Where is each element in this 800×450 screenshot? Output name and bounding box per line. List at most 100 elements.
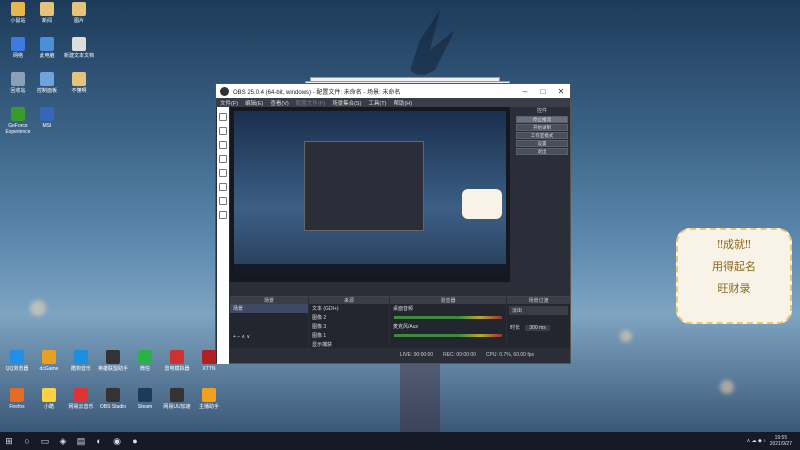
desktop-icon[interactable]: 网络 [3, 37, 33, 59]
search-icon[interactable]: ○ [18, 432, 36, 450]
app-icon [202, 350, 216, 364]
source-item[interactable]: 显示捕获 [309, 340, 389, 349]
exit-button[interactable]: 退出 [516, 148, 568, 155]
clock[interactable]: 19:55 2021/9/27 [770, 435, 792, 447]
minimize-button[interactable]: – [516, 87, 534, 96]
desktop-icon[interactable]: 回收站 [3, 72, 33, 94]
sidebar-tool-icon[interactable] [219, 155, 227, 163]
transitions-header: 场景过渡 [507, 297, 570, 304]
edge-icon[interactable]: ◐ [90, 432, 108, 450]
app-icon [106, 350, 120, 364]
desktop-icon[interactable]: XTTN [194, 350, 224, 372]
desktop-icon[interactable]: MSI [32, 107, 62, 129]
sources-dock: 来源 文本 (GDI+) 图像 2 图像 3 图像 1 显示捕获 [309, 296, 389, 348]
preview-canvas[interactable] [230, 107, 510, 282]
scene-item[interactable]: 场景 [230, 304, 308, 313]
sidebar-tool-icon[interactable] [219, 127, 227, 135]
maximize-button[interactable]: □ [534, 87, 552, 96]
start-recording-button[interactable]: 开始录制 [516, 124, 568, 131]
desktop-icon[interactable]: 小酷 [34, 388, 64, 410]
desktop-icon[interactable]: 不懂啊 [64, 72, 94, 94]
desktop-icon[interactable]: GeForce Experience [3, 107, 33, 135]
desktop-icon-label: XTTN [202, 366, 216, 372]
sidebar-tool-icon[interactable] [219, 169, 227, 177]
menu-item[interactable]: 配置文件(P) [296, 99, 325, 107]
sidebar-tool-icon[interactable] [219, 197, 227, 205]
desktop-icon[interactable]: 微信 [130, 350, 160, 372]
studio-mode-button[interactable]: 工作室模式 [516, 132, 568, 139]
sidebar-tool-icon[interactable] [219, 113, 227, 121]
app-icon [170, 350, 184, 364]
app-icon [74, 388, 88, 402]
browser-sidebar [217, 107, 229, 364]
desktop-icon[interactable]: 酷狗音乐 [66, 350, 96, 372]
bokeh-light [720, 380, 734, 394]
desktop-icon-label: MSI [42, 123, 52, 129]
sidebar-tool-icon[interactable] [219, 141, 227, 149]
nested-taskbar [234, 264, 506, 274]
cpu-fps: CPU: 0.7%, 60.00 fps [485, 351, 534, 358]
menu-item[interactable]: 查看(V) [270, 99, 288, 107]
close-button[interactable]: ✕ [552, 87, 570, 96]
sidebar-tool-icon[interactable] [219, 211, 227, 219]
app-icon [170, 388, 184, 402]
mixer-channel-label: 麦克风/Aux [393, 324, 419, 330]
desktop-icon[interactable]: dcGame [34, 350, 64, 372]
desktop-icon[interactable]: 英雄联盟助手 [98, 350, 128, 372]
desktop-icon[interactable]: 主播助手 [194, 388, 224, 410]
start-button[interactable]: ⊞ [0, 432, 18, 450]
desktop-icon[interactable]: OBS Studio [98, 388, 128, 410]
desktop-icon[interactable]: 控制面板 [32, 72, 62, 94]
source-item[interactable]: 文本 (GDI+) [309, 304, 389, 313]
source-label: 显示捕获 [312, 342, 333, 348]
desktop-icon[interactable]: 新建文本文档 [64, 37, 94, 59]
scenes-dock: 场景 场景 + – ∧ ∨ [230, 296, 308, 348]
desktop-icon-label: 不懂啊 [71, 88, 87, 94]
duration-input[interactable]: 300 ms [525, 325, 550, 331]
app-icon [11, 37, 25, 51]
desktop-icon[interactable]: Firefox [2, 388, 32, 410]
sticker-line: 旺财录 [717, 282, 751, 295]
sticker-line: 用得起名 [712, 260, 756, 273]
desktop-icon-label: OBS Studio [99, 404, 127, 410]
desktop-icon[interactable]: 网易UU加速 [162, 388, 192, 410]
task-view-icon[interactable]: ▭ [36, 432, 54, 450]
captured-desktop [234, 111, 506, 274]
desktop-icon[interactable]: Steam [130, 388, 160, 410]
desktop-icon[interactable]: 雷电模拟器 [162, 350, 192, 372]
menu-item[interactable]: 场景集合(S) [332, 99, 361, 107]
settings-button[interactable]: 设置 [516, 140, 568, 147]
desktop-icon[interactable]: 小鼠站 [3, 2, 33, 24]
tray-icons[interactable]: ∧ ☁ ◆ ♪ [747, 438, 766, 444]
audio-meter [394, 334, 502, 337]
menu-item[interactable]: 文件(F) [220, 99, 238, 107]
desktop-icon[interactable]: 网易云音乐 [66, 388, 96, 410]
transition-select[interactable]: 淡出 [509, 306, 568, 315]
source-item[interactable]: 图像 1 [309, 331, 389, 340]
clock-date: 2021/9/27 [769, 441, 792, 447]
desktop-icon[interactable]: 图片 [64, 2, 94, 24]
app-icon [40, 107, 54, 121]
menu-item[interactable]: 编辑(E) [245, 99, 263, 107]
stop-streaming-button[interactable]: 停止推流 [516, 116, 568, 123]
mixer-header: 混音器 [390, 297, 506, 304]
desktop-icon[interactable]: 新闻 [32, 2, 62, 24]
firefox-icon[interactable]: ◉ [108, 432, 126, 450]
steam-icon[interactable]: ◈ [54, 432, 72, 450]
source-item[interactable]: 图像 3 [309, 322, 389, 331]
scene-toolbar[interactable]: + – ∧ ∨ [230, 333, 308, 341]
title-bar[interactable]: OBS 25.0.4 (64-bit, windows) - 配置文件: 未命名… [216, 84, 570, 98]
folder-icon[interactable]: ▤ [72, 432, 90, 450]
obs-icon[interactable]: ● [126, 432, 144, 450]
app-icon [40, 72, 54, 86]
app-icon [42, 388, 56, 402]
menu-item[interactable]: 帮助(H) [393, 99, 412, 107]
sidebar-tool-icon[interactable] [219, 183, 227, 191]
desktop-icon[interactable]: 此电脑 [32, 37, 62, 59]
app-icon [106, 388, 120, 402]
desktop-icon[interactable]: QQ浏览器 [2, 350, 32, 372]
source-label: 图像 3 [312, 324, 327, 330]
source-label: 图像 2 [312, 315, 327, 321]
source-item[interactable]: 图像 2 [309, 313, 389, 322]
menu-item[interactable]: 工具(T) [368, 99, 386, 107]
